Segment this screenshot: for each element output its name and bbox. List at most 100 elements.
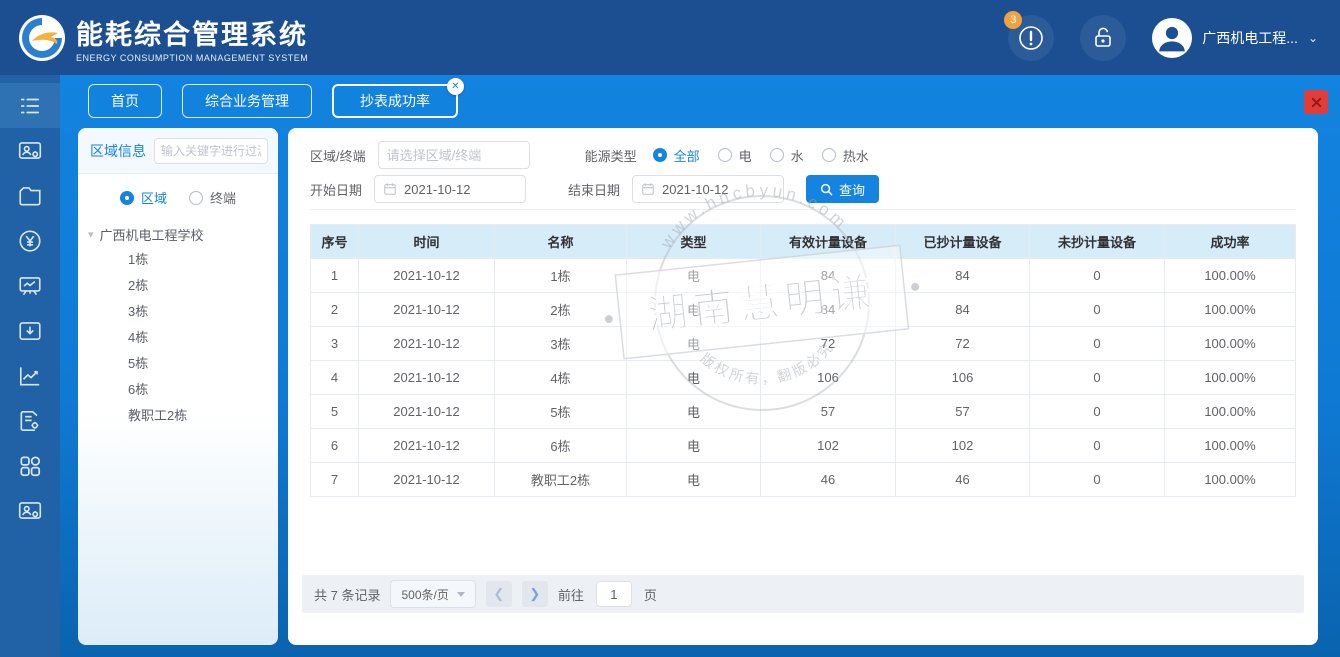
tree-node[interactable]: 6栋	[88, 377, 278, 403]
results-table-wrap: 序号 时间 名称 类型 有效计量设备 已抄计量设备 未抄计量设备 成功率 1 2021-10-1…	[310, 224, 1296, 497]
notification-button[interactable]: 3	[1004, 10, 1055, 61]
line-chart-icon[interactable]	[0, 353, 60, 398]
table-cell: 3栋	[494, 326, 627, 361]
search-icon	[820, 183, 833, 195]
next-page-button[interactable]: ❯	[521, 581, 548, 607]
document-gear-icon[interactable]	[0, 398, 60, 443]
tree-root-node[interactable]: ▾ 广西机电工程学校	[88, 221, 278, 247]
table-row[interactable]: 2 2021-10-12 2栋电 84 84 0 100.00%	[310, 292, 1296, 327]
table-cell: 102	[760, 428, 896, 463]
table-cell: 72	[760, 326, 896, 361]
column-header: 有效计量设备	[760, 224, 896, 259]
user-menu[interactable]: 广西机电工程... ⌄	[1152, 17, 1318, 58]
grid-apps-icon[interactable]	[0, 443, 60, 488]
tab-label: 抄表成功率	[360, 93, 430, 109]
page-size-select[interactable]: 500条/页	[390, 580, 476, 608]
radio-dot-icon	[119, 190, 134, 205]
table-cell: 电	[626, 360, 761, 395]
table-cell: 0	[1029, 292, 1165, 327]
radio-热水[interactable]: 热水	[821, 146, 869, 165]
start-date-input[interactable]: 2021-10-12	[374, 175, 527, 203]
table-cell: 教职工2栋	[494, 462, 627, 497]
person-icon	[1153, 18, 1192, 57]
tab-close-icon[interactable]: ✕	[447, 78, 464, 95]
region-type-radio-group: 区域 终端	[78, 174, 278, 217]
table-cell: 2021-10-12	[358, 292, 495, 327]
chevron-down-icon: ⌄	[1307, 30, 1318, 45]
table-row[interactable]: 1 2021-10-12 1栋电 84 84 0 100.00%	[310, 258, 1296, 293]
table-cell: 2021-10-12	[358, 394, 495, 429]
tree-node[interactable]: 教职工2栋	[88, 403, 278, 429]
results-panel: 区域/终端 能源类型 全部电水热水 开始日期 2021-10-12 结束日期	[288, 128, 1318, 645]
radio-电[interactable]: 电	[717, 146, 752, 165]
tree-node[interactable]: 3栋	[88, 299, 278, 325]
tree-node[interactable]: 4栋	[88, 325, 278, 351]
folder-icon[interactable]	[0, 173, 60, 218]
calendar-icon	[642, 183, 654, 195]
table-cell: 84	[760, 258, 896, 293]
tree-node[interactable]: 1栋	[88, 247, 278, 273]
area-filter-label: 区域/终端	[310, 148, 366, 164]
radio-label: 水	[790, 148, 804, 164]
table-cell: 0	[1029, 360, 1165, 395]
column-header: 名称	[494, 224, 627, 259]
lock-button[interactable]	[1080, 14, 1127, 61]
page-close-button[interactable]	[1304, 90, 1328, 114]
money-yen-icon[interactable]	[0, 218, 60, 263]
tree-root-label: 广西机电工程学校	[99, 227, 204, 243]
table-row[interactable]: 7 2021-10-12 教职工2栋电 46 46 0 100.00%	[310, 462, 1296, 497]
table-cell: 4栋	[494, 360, 627, 395]
table-row[interactable]: 5 2021-10-12 5栋电 57 57 0 100.00%	[310, 394, 1296, 429]
end-date-input[interactable]: 2021-10-12	[632, 175, 785, 203]
radio-dot-icon	[821, 148, 836, 162]
table-cell: 100.00%	[1164, 360, 1296, 395]
user-card-gear-icon-2[interactable]	[0, 488, 60, 533]
query-button-label: 查询	[839, 182, 866, 198]
table-cell: 电	[626, 326, 761, 361]
table-header-row: 序号 时间 名称 类型 有效计量设备 已抄计量设备 未抄计量设备 成功率	[310, 224, 1296, 259]
column-header: 时间	[358, 224, 495, 259]
table-row[interactable]: 4 2021-10-12 4栋电 106 106 0 100.00%	[310, 360, 1296, 395]
page-size-value: 500条/页	[401, 587, 449, 602]
keyword-search-input[interactable]	[154, 138, 268, 164]
table-cell: 1	[310, 258, 359, 293]
tree-node[interactable]: 2栋	[88, 273, 278, 299]
table-row[interactable]: 3 2021-10-12 3栋电 72 72 0 100.00%	[310, 326, 1296, 361]
column-header: 已抄计量设备	[895, 224, 1030, 259]
alert-circle-icon	[1019, 25, 1044, 50]
radio-终端[interactable]: 终端	[189, 188, 236, 207]
area-select-input[interactable]	[377, 141, 530, 169]
table-cell: 57	[895, 394, 1030, 429]
table-cell: 2021-10-12	[358, 258, 495, 293]
tree-children: 1栋 2栋 3栋 4栋 5栋 6栋 教职工2栋	[88, 247, 278, 429]
table-cell: 0	[1029, 428, 1165, 463]
query-button[interactable]: 查询	[806, 175, 880, 203]
radio-全部[interactable]: 全部	[652, 146, 700, 165]
start-date-value: 2021-10-12	[404, 181, 471, 197]
table-cell: 46	[760, 462, 896, 497]
user-name: 广西机电工程...	[1202, 29, 1298, 46]
table-cell: 57	[760, 394, 896, 429]
table-cell: 84	[895, 292, 1030, 327]
presentation-chart-icon[interactable]	[0, 263, 60, 308]
app-title: 能耗综合管理系统	[76, 19, 308, 50]
user-card-gear-icon[interactable]	[0, 128, 60, 173]
tab-0[interactable]: 首页	[88, 84, 162, 118]
table-cell: 0	[1029, 258, 1165, 293]
table-cell: 84	[760, 292, 896, 327]
tab-label: 首页	[111, 93, 139, 109]
region-tree: ▾ 广西机电工程学校 1栋 2栋 3栋 4栋 5栋 6栋 教职工2栋	[78, 217, 278, 429]
radio-区域[interactable]: 区域	[119, 188, 167, 207]
tab-2[interactable]: 抄表成功率 ✕	[332, 78, 464, 118]
prev-page-button[interactable]: ❮	[485, 581, 512, 607]
radio-水[interactable]: 水	[769, 146, 804, 165]
menu-list-icon[interactable]	[0, 83, 60, 128]
goto-page-input[interactable]	[595, 581, 632, 607]
table-cell: 5栋	[494, 394, 627, 429]
tree-node[interactable]: 5栋	[88, 351, 278, 377]
end-date-value: 2021-10-12	[662, 181, 729, 197]
table-row[interactable]: 6 2021-10-12 6栋电 102 102 0 100.00%	[310, 428, 1296, 463]
tab-1[interactable]: 综合业务管理	[182, 84, 312, 118]
table-cell: 2021-10-12	[358, 462, 495, 497]
folder-download-icon[interactable]	[0, 308, 60, 353]
